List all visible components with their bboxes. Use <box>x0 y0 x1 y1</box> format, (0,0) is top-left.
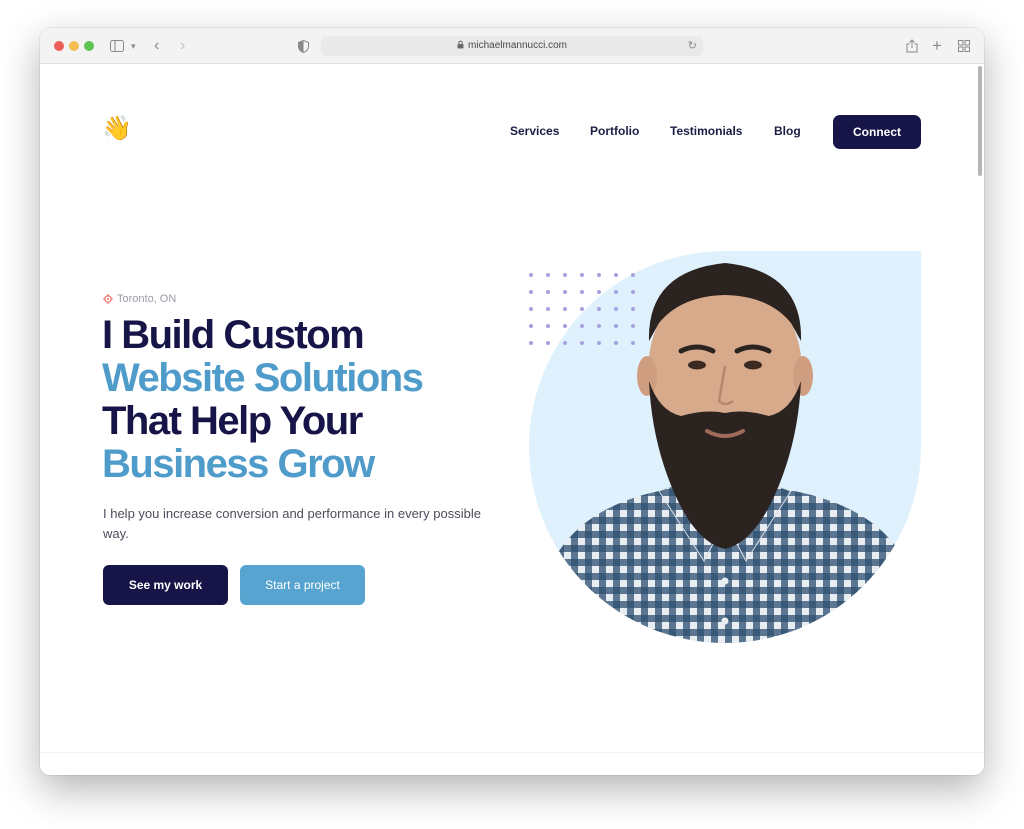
address-bar[interactable]: michaelmannucci.com ↻ <box>321 36 703 56</box>
headline-line-1: I Build Custom <box>102 313 365 357</box>
start-a-project-button[interactable]: Start a project <box>240 565 365 605</box>
web-page: 👋 Services Portfolio Testimonials Blog C… <box>40 64 984 775</box>
connect-button[interactable]: Connect <box>833 115 921 149</box>
section-divider <box>40 752 984 753</box>
lock-icon <box>457 37 464 57</box>
browser-toolbar: ▾ ‹ › michaelmannucci.com ↻ + <box>40 28 984 64</box>
headline-line-3: That Help Your <box>102 399 363 443</box>
chevron-down-icon[interactable]: ▾ <box>131 36 136 56</box>
waving-hand-logo[interactable]: 👋 <box>102 116 132 142</box>
decorative-dot-grid <box>529 273 635 345</box>
share-icon[interactable] <box>906 36 918 56</box>
hero-headline: I Build Custom Website Solutions That He… <box>102 314 522 486</box>
privacy-shield-icon[interactable] <box>298 36 309 56</box>
nav-portfolio[interactable]: Portfolio <box>590 124 639 138</box>
new-tab-icon[interactable]: + <box>932 36 942 56</box>
nav-testimonials[interactable]: Testimonials <box>670 124 742 138</box>
zoom-window-button[interactable] <box>84 41 94 51</box>
scrollbar[interactable] <box>978 66 982 176</box>
nav-services[interactable]: Services <box>510 124 559 138</box>
browser-window: ▾ ‹ › michaelmannucci.com ↻ + 👋 Services… <box>40 28 984 775</box>
see-my-work-button[interactable]: See my work <box>103 565 228 605</box>
forward-icon[interactable]: › <box>180 36 185 56</box>
tab-overview-icon[interactable] <box>958 36 970 56</box>
reload-icon[interactable]: ↻ <box>688 36 697 56</box>
headline-line-2: Website Solutions <box>102 356 424 400</box>
sidebar-toggle-icon[interactable] <box>110 36 124 56</box>
back-icon[interactable]: ‹ <box>154 36 159 56</box>
location: Toronto, ON <box>103 293 176 305</box>
minimize-window-button[interactable] <box>69 41 79 51</box>
hero-subtitle: I help you increase conversion and perfo… <box>103 506 481 541</box>
location-text: Toronto, ON <box>117 293 177 305</box>
close-window-button[interactable] <box>54 41 64 51</box>
nav-blog[interactable]: Blog <box>774 124 801 138</box>
location-pin-icon <box>103 294 113 304</box>
headline-line-4: Business Grow <box>102 442 375 486</box>
url-text: michaelmannucci.com <box>468 40 567 51</box>
